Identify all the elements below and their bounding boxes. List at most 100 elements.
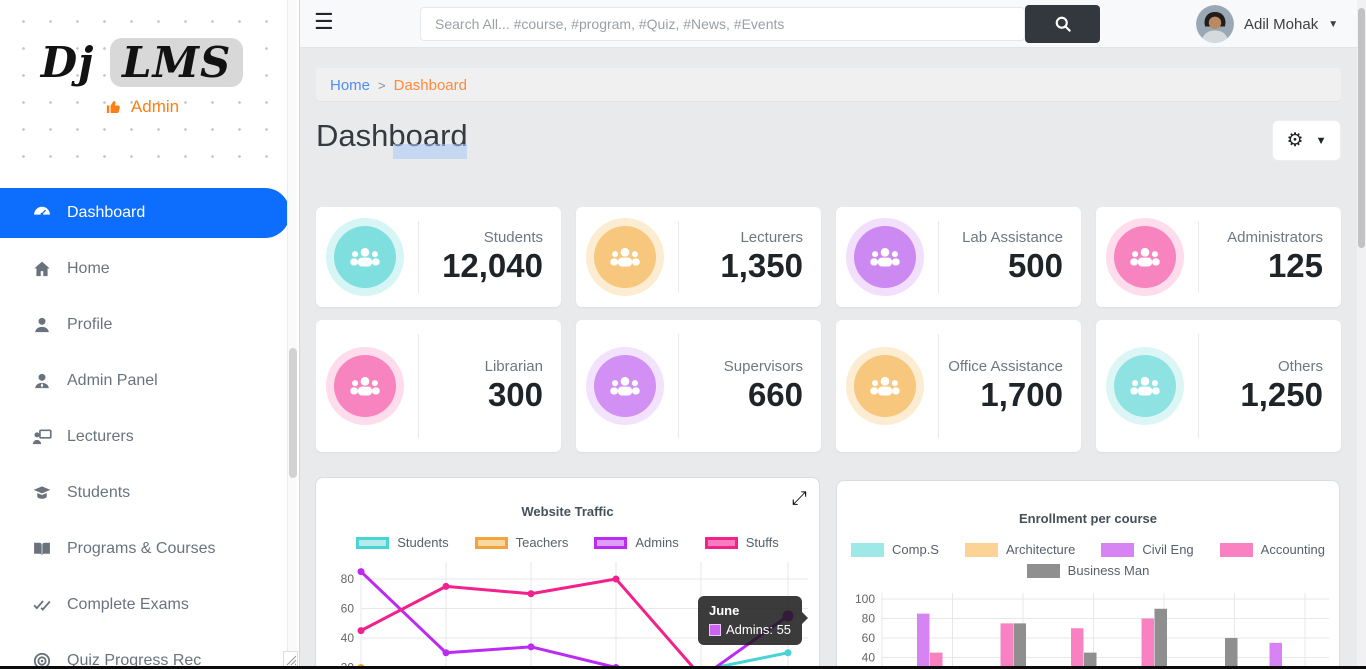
legend-label: Civil Eng — [1142, 542, 1193, 557]
sidebar: Dj LMS Admin Dashboard Home Profile Admi… — [0, 0, 300, 669]
stat-card-lecturers: Lecturers1,350 — [576, 207, 821, 307]
website-traffic-card: ⤢ Website Traffic Students Teachers Admins… — [315, 477, 820, 669]
tooltip-label: Admins: 55 — [726, 622, 791, 637]
admin-link[interactable]: Admin — [0, 97, 284, 117]
legend-item-Comp.S[interactable]: Comp.S — [851, 542, 939, 557]
sidebar-item-lecturers[interactable]: Lecturers — [0, 412, 299, 462]
sidebar-item-home[interactable]: Home — [0, 244, 299, 294]
admin-label: Admin — [131, 97, 179, 117]
stat-label: Supervisors — [679, 358, 803, 377]
sidebar-item-label: Admin Panel — [67, 372, 158, 390]
sidebar-item-label: Profile — [67, 316, 112, 334]
double-check-icon — [32, 595, 52, 615]
sidebar-scrollbar-thumb[interactable] — [289, 348, 297, 478]
icon-halo — [1106, 347, 1184, 425]
sidebar-item-students[interactable]: Students — [0, 468, 299, 518]
text-selection-highlight — [393, 144, 467, 159]
people-icon — [1114, 355, 1176, 417]
stat-value: 1,250 — [1199, 376, 1323, 414]
window-scrollbar-thumb[interactable] — [1358, 8, 1365, 248]
breadcrumb: Home > Dashboard — [316, 68, 1341, 102]
legend-item-Business Man[interactable]: Business Man — [1027, 563, 1150, 578]
person-tie-icon — [32, 371, 52, 391]
user-menu[interactable]: Adil Mohak ▼ — [1196, 5, 1338, 43]
avatar — [1196, 5, 1234, 43]
sidebar-item-profile[interactable]: Profile — [0, 300, 299, 350]
enrollment-card: Enrollment per course Comp.SArchitecture… — [836, 480, 1340, 669]
svg-text:60: 60 — [862, 631, 876, 645]
stat-label: Librarian — [419, 358, 543, 377]
hamburger-menu-icon[interactable]: ☰ — [314, 11, 334, 33]
stat-card-librarian: Librarian300 — [316, 320, 561, 452]
sidebar-header: Dj LMS Admin — [0, 0, 284, 180]
legend-swatch — [1027, 564, 1060, 578]
chart-title: Website Traffic — [316, 504, 819, 519]
gear-icon: ⚙ — [1287, 131, 1304, 150]
stat-label: Administrators — [1199, 229, 1323, 248]
sidebar-item-admin-panel[interactable]: Admin Panel — [0, 356, 299, 406]
legend-label: Architecture — [1006, 542, 1075, 557]
window-scrollbar[interactable] — [1357, 0, 1366, 669]
people-icon — [854, 355, 916, 417]
legend-swatch — [1220, 543, 1253, 557]
legend-item-Accounting[interactable]: Accounting — [1220, 542, 1325, 557]
legend-item-Stuffs[interactable]: Stuffs — [705, 535, 779, 550]
sidebar-item-quiz-progress[interactable]: Quiz Progress Rec — [0, 636, 299, 669]
icon-halo — [586, 347, 664, 425]
legend-item-Students[interactable]: Students — [356, 535, 448, 550]
search-button[interactable] — [1025, 5, 1100, 43]
breadcrumb-home-link[interactable]: Home — [330, 77, 370, 94]
sidebar-item-dashboard[interactable]: Dashboard — [0, 188, 290, 238]
stat-cards-row-2: Librarian300 Supervisors660 Office Assis… — [316, 320, 1341, 452]
stat-card-administrators: Administrators125 — [1096, 207, 1341, 307]
sidebar-scrollbar[interactable] — [287, 0, 297, 651]
svg-text:40: 40 — [862, 651, 876, 665]
breadcrumb-separator: > — [378, 78, 386, 93]
expand-icon[interactable]: ⤢ — [792, 488, 807, 510]
sidebar-item-complete-exams[interactable]: Complete Exams — [0, 580, 299, 630]
main-content: Home > Dashboard Dashboard ⚙ ▼ Students1… — [300, 48, 1357, 669]
stat-value: 1,700 — [939, 376, 1063, 414]
resize-handle[interactable] — [283, 651, 298, 667]
svg-text:40: 40 — [341, 631, 355, 645]
legend-item-Architecture[interactable]: Architecture — [965, 542, 1075, 557]
app-logo: Dj LMS — [0, 0, 284, 87]
search-icon — [1053, 14, 1073, 34]
resize-grip-icon — [286, 655, 297, 666]
legend-item-Civil Eng[interactable]: Civil Eng — [1101, 542, 1193, 557]
stat-value: 500 — [939, 247, 1063, 285]
legend-item-Admins[interactable]: Admins — [594, 535, 678, 550]
svg-text:60: 60 — [341, 602, 355, 616]
stat-cards-row-1: Students12,040 Lecturers1,350 Lab Assist… — [316, 207, 1341, 307]
lecturer-board-icon — [32, 427, 52, 447]
people-icon — [854, 226, 916, 288]
sidebar-item-label: Programs & Courses — [67, 540, 216, 558]
people-icon — [334, 226, 396, 288]
stat-card-supervisors: Supervisors660 — [576, 320, 821, 452]
sidebar-item-programs-courses[interactable]: Programs & Courses — [0, 524, 299, 574]
tooltip-title: June — [709, 603, 791, 618]
stat-label: Office Assistance — [939, 358, 1063, 377]
logo-dj: Dj — [41, 38, 95, 87]
line-chart-legend: Students Teachers Admins Stuffs — [316, 535, 819, 550]
stat-label: Lecturers — [679, 229, 803, 248]
stat-card-students: Students12,040 — [316, 207, 561, 307]
stat-card-lab-assistance: Lab Assistance500 — [836, 207, 1081, 307]
legend-swatch — [1101, 543, 1134, 557]
stat-value: 1,350 — [679, 247, 803, 285]
legend-label: Comp.S — [892, 542, 939, 557]
tooltip-swatch — [709, 624, 721, 636]
legend-swatch — [594, 537, 627, 549]
legend-item-Teachers[interactable]: Teachers — [475, 535, 569, 550]
thumbs-up-icon — [105, 98, 123, 116]
icon-halo — [846, 218, 924, 296]
user-name: Adil Mohak — [1244, 16, 1318, 33]
settings-button[interactable]: ⚙ ▼ — [1272, 120, 1341, 161]
icon-halo — [326, 347, 404, 425]
legend-swatch — [851, 543, 884, 557]
search-input[interactable] — [420, 7, 1025, 41]
svg-text:100: 100 — [855, 592, 875, 606]
stat-card-others: Others1,250 — [1096, 320, 1341, 452]
stat-label: Students — [419, 229, 543, 248]
stat-value: 300 — [419, 376, 543, 414]
